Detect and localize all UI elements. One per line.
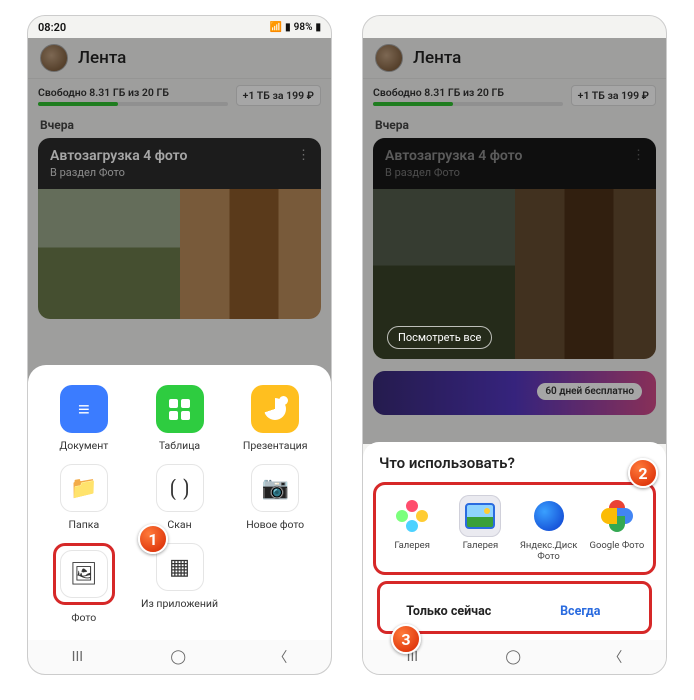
gallery-icon xyxy=(459,495,501,537)
create-folder[interactable]: 📁 Папка xyxy=(36,458,132,537)
create-document-label: Документ xyxy=(59,439,108,452)
create-new-photo[interactable]: 📷 Новое фото xyxy=(227,458,323,537)
create-sheet: Документ Таблица Презентация 📁 Папка ⟮ ⟯… xyxy=(28,365,331,640)
nav-back-icon[interactable]: 〈 xyxy=(273,647,287,667)
choice-row: Только сейчас Всегда xyxy=(383,594,646,629)
wifi-icon: 📶 xyxy=(270,22,282,33)
scrim xyxy=(363,38,666,444)
scan-icon: ⟮ ⟯ xyxy=(156,464,204,512)
app-list-highlight: Галерея Галерея Яндекс.Диск Фото xyxy=(373,482,656,575)
create-presentation[interactable]: Презентация xyxy=(227,379,323,458)
app-yandex-disk[interactable]: Яндекс.Диск Фото xyxy=(515,491,583,566)
badge-2: 2 xyxy=(628,458,658,488)
create-table[interactable]: Таблица xyxy=(132,379,228,458)
nav-back-icon[interactable]: 〈 xyxy=(608,647,622,667)
app-label: Google Фото xyxy=(589,541,644,551)
app-label: Галерея xyxy=(463,541,499,551)
nav-home-icon[interactable]: ◯ xyxy=(505,649,521,665)
camera-icon: 📷 xyxy=(251,464,299,512)
app-gallery-1[interactable]: Галерея xyxy=(378,491,446,566)
status-icons: 📶 ▮ 98% ▮ xyxy=(270,22,321,33)
document-icon xyxy=(60,385,108,433)
yandex-disk-icon xyxy=(528,495,570,537)
table-icon xyxy=(156,385,204,433)
create-folder-label: Папка xyxy=(69,518,100,531)
chooser-title: Что использовать? xyxy=(373,454,656,482)
badge-3: 3 xyxy=(391,624,421,654)
battery-icon: ▮ xyxy=(315,22,321,33)
see-all-button[interactable]: Посмотреть все xyxy=(387,326,492,349)
app-label: Галерея xyxy=(394,541,430,551)
create-scan-label: Скан xyxy=(167,518,191,531)
phone-right: . Лента Свободно 8.31 ГБ из 20 ГБ +1 ТБ … xyxy=(362,15,667,675)
badge-1: 1 xyxy=(138,524,168,554)
create-photo-label: Фото xyxy=(71,611,96,624)
create-new-photo-label: Новое фото xyxy=(246,518,304,531)
folder-icon: 📁 xyxy=(60,464,108,512)
battery-text: 98% xyxy=(294,22,313,33)
app-gallery-2[interactable]: Галерея xyxy=(446,491,514,566)
google-photos-icon xyxy=(596,495,638,537)
app-chooser-sheet: Что использовать? Галерея xyxy=(363,442,666,640)
app-label: Яндекс.Диск Фото xyxy=(515,541,583,562)
create-document[interactable]: Документ xyxy=(36,379,132,458)
status-bar: 08:20 📶 ▮ 98% ▮ xyxy=(28,16,331,38)
app-google-photos[interactable]: Google Фото xyxy=(583,491,651,566)
android-navbar: III ◯ 〈 xyxy=(28,640,331,674)
create-presentation-label: Презентация xyxy=(243,439,308,452)
nav-home-icon[interactable]: ◯ xyxy=(170,649,186,665)
always-button[interactable]: Всегда xyxy=(515,594,647,629)
create-table-label: Таблица xyxy=(159,439,200,452)
create-from-apps-label: Из приложений xyxy=(141,597,218,610)
image-icon: 🖼 xyxy=(60,550,108,598)
nav-recents-icon[interactable]: III xyxy=(72,649,83,665)
signal-icon: ▮ xyxy=(285,22,291,33)
phone-left: 08:20 📶 ▮ 98% ▮ Лента Свободно 8.31 ГБ и… xyxy=(27,15,332,675)
gallery-flower-icon xyxy=(391,495,433,537)
clock: 08:20 xyxy=(38,21,66,34)
presentation-icon xyxy=(251,385,299,433)
create-photo[interactable]: 🖼 Фото xyxy=(36,537,132,630)
